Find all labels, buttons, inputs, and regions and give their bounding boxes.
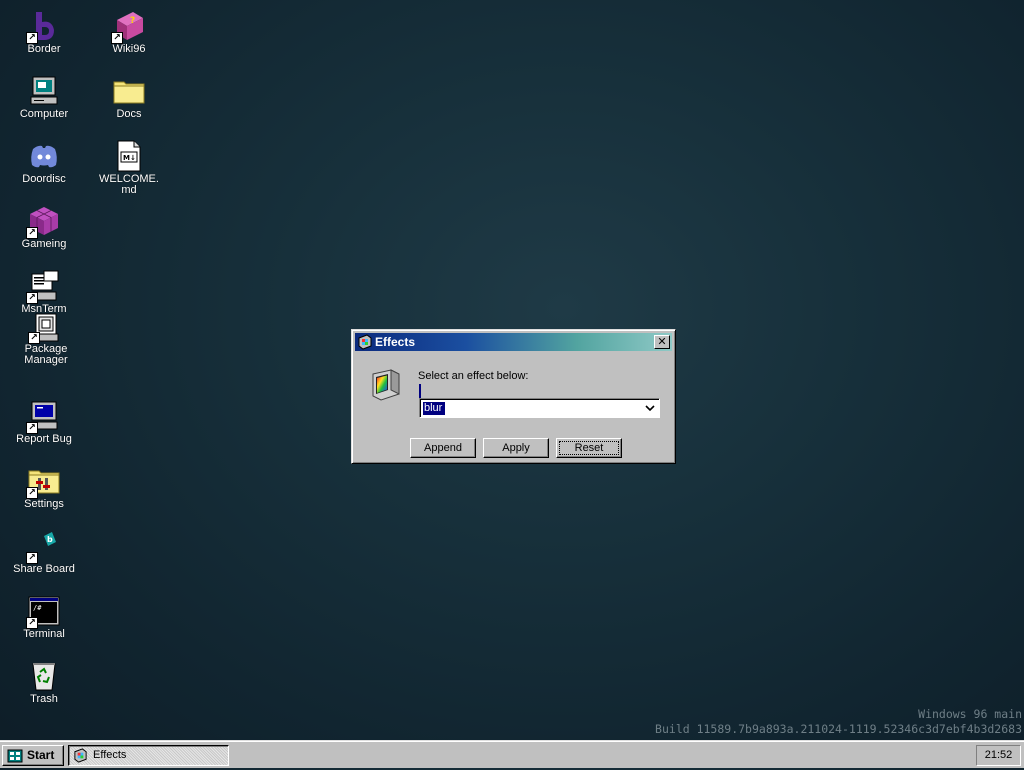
shortcut-arrow-icon: ↗ [26,487,38,499]
desktop-icon-terminal[interactable]: /# ↗ Terminal [2,595,86,640]
close-button[interactable]: ✕ [654,335,670,349]
effects-monitor-icon [369,368,403,402]
desktop-icon-settings[interactable]: ↗ Settings [2,465,86,510]
effects-app-icon [73,748,88,763]
game-cube-icon: ↗ [26,205,60,239]
system-tray-clock[interactable]: 21:52 [976,745,1021,766]
wiki-book-icon: ? ↗ [111,10,145,44]
reset-button[interactable]: Reset [556,438,622,458]
effects-dialog: Effects ✕ Select an effect below: blur A… [351,329,676,464]
desktop-icon-label: Computer [19,108,69,120]
discord-icon [28,140,60,172]
desktop-icon-label: Report Bug [16,433,72,445]
text-cursor [419,384,421,398]
report-bug-icon: ↗ [26,400,60,434]
svg-text:?: ? [130,16,135,26]
desktop: ↗ Border ? ↗ Wiki96 Computer Docs Doordi… [0,0,1024,740]
build-watermark: Windows 96 main Build 11589.7b9a893a.211… [655,707,1022,737]
folder-icon [113,75,145,107]
settings-folder-icon: ↗ [26,465,60,499]
desktop-icon-report-bug[interactable]: ↗ Report Bug [2,400,86,445]
desktop-icon-border[interactable]: ↗ Border [2,10,86,55]
shortcut-arrow-icon: ↗ [26,422,38,434]
desktop-icon-trash[interactable]: Trash [2,660,86,705]
append-button[interactable]: Append [410,438,476,458]
shortcut-arrow-icon: ↗ [26,292,38,304]
dialog-titlebar[interactable]: Effects ✕ [355,333,672,351]
svg-text:/#: /# [33,604,42,612]
desktop-icon-share-board[interactable]: b ↗ Share Board [2,530,86,575]
clock-label: 21:52 [984,749,1013,761]
shortcut-arrow-icon: ↗ [26,617,38,629]
watermark-line-2: Build 11589.7b9a893a.211024-1119.52346c3… [655,722,1022,736]
effect-prompt-label: Select an effect below: [418,370,529,382]
recycle-bin-icon [28,660,60,692]
chevron-down-icon[interactable] [645,403,655,413]
desktop-icon-docs[interactable]: Docs [87,75,171,120]
desktop-icon-label: Trash [30,693,58,705]
share-board-icon: b ↗ [26,530,60,564]
svg-text:M: M [123,154,130,162]
svg-text:b: b [47,535,53,544]
shortcut-arrow-icon: ↗ [26,32,38,44]
desktop-icon-label: Package Manager [24,343,68,366]
terminal-icon: /# ↗ [26,595,60,629]
markdown-file-icon: M ↓ [113,140,145,172]
desktop-icon-computer[interactable]: Computer [2,75,86,120]
desktop-icon-msnterm[interactable]: ↗ MsnTerm [2,270,86,315]
desktop-icon-label: Wiki96 [112,43,146,55]
shortcut-arrow-icon: ↗ [28,332,40,344]
package-manager-icon: ↗ [28,312,62,344]
desktop-icon-label: Settings [24,498,64,510]
start-button[interactable]: Start [2,745,64,766]
desktop-icon-welcome-md[interactable]: M ↓ WELCOME.md [87,140,171,196]
msn-terminal-icon: ↗ [26,270,60,304]
desktop-icon-package-manager[interactable]: ↗ Package Manager [4,312,88,366]
shortcut-arrow-icon: ↗ [26,552,38,564]
start-logo-icon [7,748,23,764]
desktop-icon-gameing[interactable]: ↗ Gameing [2,205,86,250]
effect-select[interactable]: blur [419,398,660,418]
taskbar: Start Effects 21:52 [0,740,1024,768]
start-label: Start [27,748,55,762]
effects-app-icon [357,334,373,350]
shortcut-arrow-icon: ↗ [111,32,123,44]
taskbar-item-label: Effects [93,749,127,761]
effect-select-value: blur [423,402,446,415]
desktop-icon-doordisc[interactable]: Doordisc [2,140,86,185]
desktop-icon-label: Share Board [13,563,75,575]
desktop-icon-label: Terminal [23,628,65,640]
desktop-icon-label: Docs [116,108,142,120]
desktop-icon-label: Border [27,43,61,55]
taskbar-item-effects[interactable]: Effects [68,745,229,766]
desktop-icon-wiki96[interactable]: ? ↗ Wiki96 [87,10,171,55]
close-icon: ✕ [657,336,667,348]
computer-icon [28,75,60,107]
shortcut-arrow-icon: ↗ [26,227,38,239]
dialog-title: Effects [375,335,416,349]
desktop-icon-label: WELCOME.md [99,173,159,196]
apply-button[interactable]: Apply [483,438,549,458]
border-app-icon: ↗ [26,10,60,44]
desktop-icon-label: Doordisc [22,173,66,185]
svg-text:↓: ↓ [130,154,136,162]
desktop-icon-label: Gameing [21,238,67,250]
watermark-line-1: Windows 96 main [918,707,1022,721]
